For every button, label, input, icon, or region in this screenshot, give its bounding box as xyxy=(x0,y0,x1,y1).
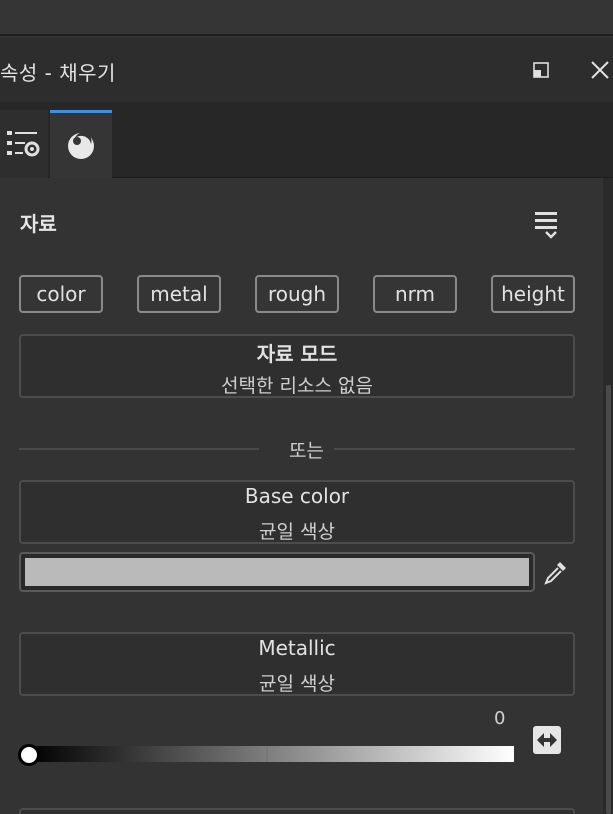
panel-title: 속성 - 채우기 xyxy=(0,61,116,85)
channel-button-metal[interactable]: metal xyxy=(137,275,221,313)
float-window-button[interactable] xyxy=(527,56,555,84)
material-mode-subtitle: 선택한 리소스 없음 xyxy=(221,375,373,397)
base-color-swatch[interactable] xyxy=(19,552,535,592)
metallic-slider-thumb[interactable] xyxy=(18,744,40,766)
eyedropper-button[interactable] xyxy=(540,558,570,588)
panel-tab-bar xyxy=(0,102,613,178)
properties-settings-icon xyxy=(7,131,40,157)
metallic-slider-midpoint xyxy=(266,746,268,762)
material-menu-button[interactable] xyxy=(532,208,562,240)
base-color-subtitle: 균일 색상 xyxy=(259,521,335,543)
metallic-slider-track[interactable] xyxy=(28,746,514,762)
eyedropper-icon xyxy=(544,562,566,585)
swap-arrows-icon xyxy=(533,726,561,754)
channel-button-nrm[interactable]: nrm xyxy=(373,275,457,313)
divider-label: 또는 xyxy=(0,436,613,463)
base-color-mode-selector[interactable]: Base color 균일 색상 xyxy=(19,480,575,544)
channel-button-rough[interactable]: rough xyxy=(255,275,339,313)
channel-button-color[interactable]: color xyxy=(19,275,103,313)
metallic-subtitle: 균일 색상 xyxy=(259,673,335,695)
list-menu-icon xyxy=(535,212,557,239)
material-sphere-icon xyxy=(68,131,94,159)
close-icon xyxy=(591,61,609,79)
metallic-title: Metallic xyxy=(258,636,336,660)
top-strip xyxy=(0,0,613,36)
material-mode-title: 자료 모드 xyxy=(256,342,338,366)
panel-title-bar: 속성 - 채우기 xyxy=(0,38,613,102)
tab-material[interactable] xyxy=(50,110,112,178)
metallic-value: 0 xyxy=(494,708,506,729)
material-mode-selector[interactable]: 자료 모드 선택한 리소스 없음 xyxy=(19,334,575,398)
next-channel-selector[interactable] xyxy=(19,808,575,814)
base-color-title: Base color xyxy=(244,484,350,508)
close-panel-button[interactable] xyxy=(586,56,613,84)
base-color-swatch-fill xyxy=(25,558,529,586)
metallic-mode-selector[interactable]: Metallic 균일 색상 xyxy=(19,632,575,696)
tab-properties[interactable] xyxy=(0,110,48,178)
swap-button[interactable] xyxy=(533,726,561,754)
channel-button-height[interactable]: height xyxy=(491,275,575,313)
float-window-icon xyxy=(533,62,549,78)
divider-label-text: 또는 xyxy=(281,440,332,462)
material-section-label: 자료 xyxy=(20,212,57,236)
